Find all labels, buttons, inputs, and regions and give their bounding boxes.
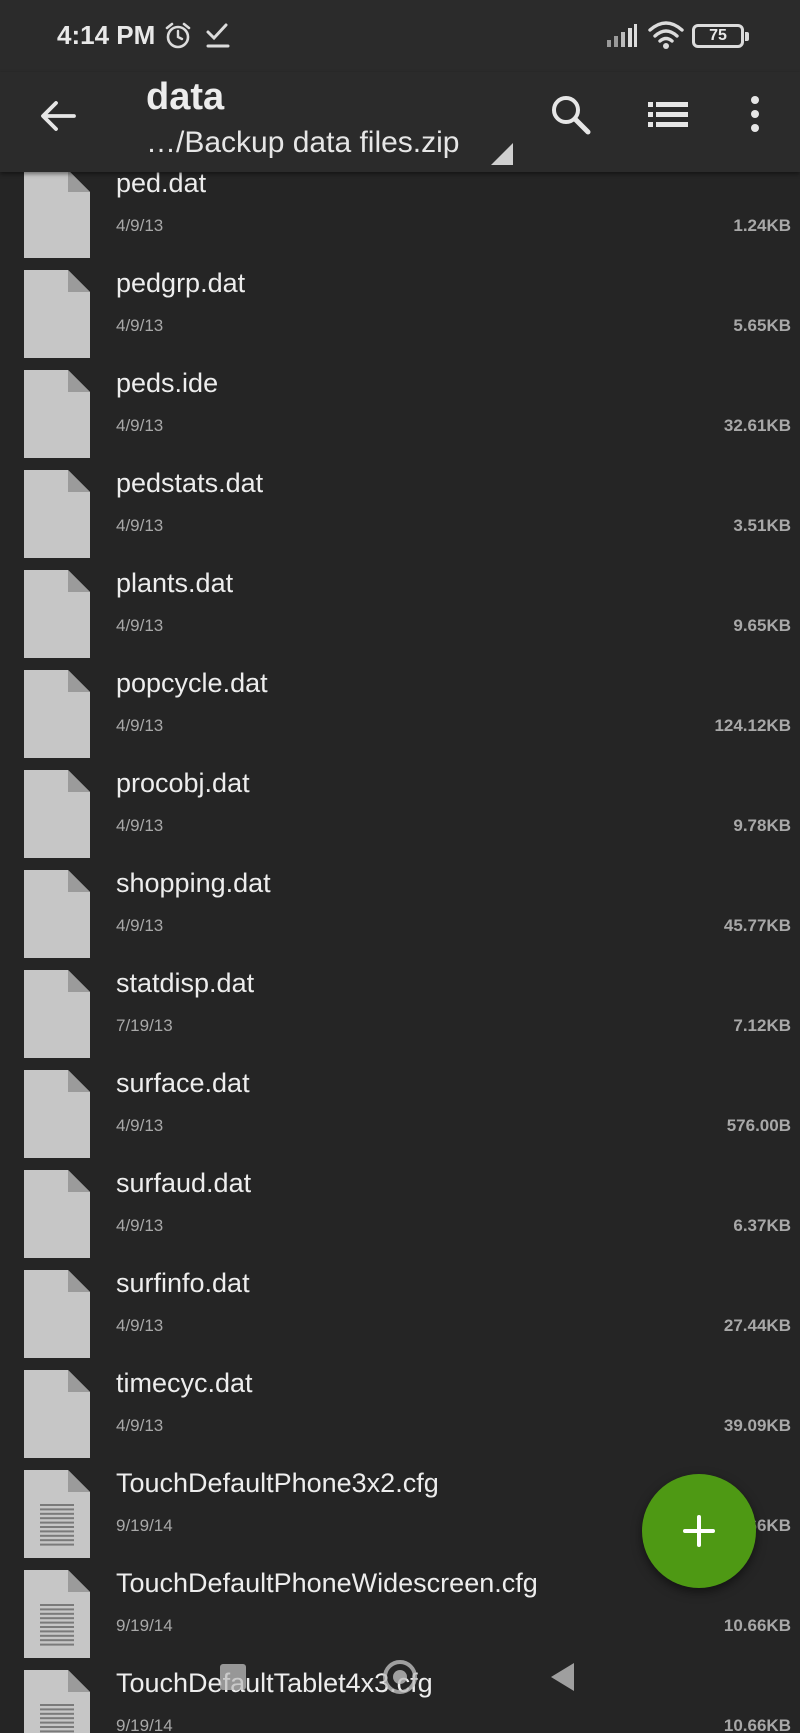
- file-size: 6.37KB: [733, 1216, 791, 1235]
- file-icon: [24, 670, 90, 758]
- file-row[interactable]: peds.ide 4/9/13 32.61KB: [0, 350, 800, 458]
- text-file-icon: [24, 1570, 90, 1658]
- file-date: 4/9/13: [116, 1116, 164, 1135]
- file-row[interactable]: timecyc.dat 4/9/13 39.09KB: [0, 1350, 800, 1458]
- back-triangle-icon[interactable]: [550, 1662, 576, 1692]
- file-size: 7.12KB: [733, 1016, 791, 1035]
- file-date: 4/9/13: [116, 916, 164, 935]
- file-icon: [24, 370, 90, 458]
- home-icon[interactable]: [383, 1660, 417, 1694]
- file-size: 27.44KB: [723, 1316, 791, 1335]
- file-name: plants.dat: [116, 568, 234, 598]
- alarm-icon: [165, 22, 191, 49]
- file-row[interactable]: popcycle.dat 4/9/13 124.12KB: [0, 650, 800, 758]
- file-name: surface.dat: [116, 1068, 250, 1098]
- folder-title: data: [146, 76, 225, 118]
- file-icon: [24, 1370, 90, 1458]
- file-name: popcycle.dat: [116, 668, 268, 698]
- battery-level: 75: [709, 27, 727, 44]
- file-size: 10.66KB: [723, 1716, 791, 1733]
- file-size: 32.61KB: [723, 416, 791, 435]
- file-name: statdisp.dat: [116, 968, 255, 998]
- file-row[interactable]: surfinfo.dat 4/9/13 27.44KB: [0, 1250, 800, 1358]
- text-file-icon: [24, 1470, 90, 1558]
- file-date: 4/9/13: [116, 616, 164, 635]
- file-date: 4/9/13: [116, 416, 164, 435]
- file-icon: [24, 1170, 90, 1258]
- file-row[interactable]: procobj.dat 4/9/13 9.78KB: [0, 750, 800, 858]
- file-size: 9.65KB: [733, 616, 791, 635]
- file-name: ped.dat: [116, 168, 207, 198]
- file-size: 124.12KB: [714, 716, 791, 735]
- file-size: 39.09KB: [723, 1416, 791, 1435]
- file-size: 1.24KB: [733, 216, 791, 235]
- file-size: 9.78KB: [733, 816, 791, 835]
- file-icon: [24, 570, 90, 658]
- file-row[interactable]: plants.dat 4/9/13 9.65KB: [0, 550, 800, 658]
- status-bar: 4:14 PM 75: [0, 0, 800, 72]
- file-date: 9/19/14: [116, 1716, 173, 1733]
- file-date: 4/9/13: [116, 716, 164, 735]
- file-row[interactable]: surfaud.dat 4/9/13 6.37KB: [0, 1150, 800, 1258]
- file-date: 7/19/13: [116, 1016, 173, 1035]
- file-size: 10.66KB: [723, 1616, 791, 1635]
- file-size: 45.77KB: [723, 916, 791, 935]
- file-size: 5.65KB: [733, 316, 791, 335]
- file-name: peds.ide: [116, 368, 219, 398]
- status-time: 4:14 PM: [57, 20, 156, 50]
- file-name: TouchDefaultPhoneWidescreen.cfg: [116, 1568, 538, 1598]
- file-row[interactable]: pedstats.dat 4/9/13 3.51KB: [0, 450, 800, 558]
- file-icon: [24, 1070, 90, 1158]
- file-date: 4/9/13: [116, 1216, 164, 1235]
- file-date: 9/19/14: [116, 1616, 173, 1635]
- file-name: procobj.dat: [116, 768, 250, 798]
- file-name: surfinfo.dat: [116, 1268, 250, 1298]
- file-name: pedstats.dat: [116, 468, 264, 498]
- back-arrow-icon[interactable]: [36, 94, 80, 138]
- file-icon: [24, 470, 90, 558]
- file-date: 4/9/13: [116, 1416, 164, 1435]
- file-name: surfaud.dat: [116, 1168, 252, 1198]
- file-icon: [24, 1270, 90, 1358]
- signal-icon: [607, 24, 637, 47]
- file-size: 3.51KB: [733, 516, 791, 535]
- file-date: 4/9/13: [116, 316, 164, 335]
- plus-icon: [683, 1515, 715, 1547]
- path-dropdown[interactable]: …/Backup data files.zip: [146, 126, 460, 160]
- file-icon: [24, 870, 90, 958]
- recents-icon[interactable]: [220, 1664, 246, 1690]
- file-date: 4/9/13: [116, 816, 164, 835]
- more-vert-icon[interactable]: [746, 92, 764, 136]
- file-icon: [24, 270, 90, 358]
- file-name: pedgrp.dat: [116, 268, 246, 298]
- task-done-icon: [206, 23, 230, 48]
- text-file-icon: [24, 1670, 90, 1733]
- battery-icon: 75: [692, 24, 749, 48]
- file-icon: [24, 170, 90, 258]
- file-row[interactable]: shopping.dat 4/9/13 45.77KB: [0, 850, 800, 958]
- file-name: timecyc.dat: [116, 1368, 253, 1398]
- file-row[interactable]: statdisp.dat 7/19/13 7.12KB: [0, 950, 800, 1058]
- search-icon[interactable]: [548, 92, 592, 136]
- list-view-icon[interactable]: [646, 92, 690, 136]
- file-icon: [24, 770, 90, 858]
- file-name: shopping.dat: [116, 868, 271, 898]
- dropdown-triangle-icon[interactable]: [490, 142, 514, 166]
- file-date: 4/9/13: [116, 216, 164, 235]
- file-date: 4/9/13: [116, 516, 164, 535]
- file-date: 4/9/13: [116, 1316, 164, 1335]
- file-size: 576.00B: [726, 1116, 791, 1135]
- file-row[interactable]: surface.dat 4/9/13 576.00B: [0, 1050, 800, 1158]
- file-date: 9/19/14: [116, 1516, 173, 1535]
- add-fab-button[interactable]: [642, 1474, 756, 1588]
- file-icon: [24, 970, 90, 1058]
- file-name: TouchDefaultPhone3x2.cfg: [116, 1468, 439, 1498]
- wifi-icon: [648, 21, 684, 49]
- file-row[interactable]: pedgrp.dat 4/9/13 5.65KB: [0, 250, 800, 358]
- app-toolbar: data …/Backup data files.zip: [0, 72, 800, 172]
